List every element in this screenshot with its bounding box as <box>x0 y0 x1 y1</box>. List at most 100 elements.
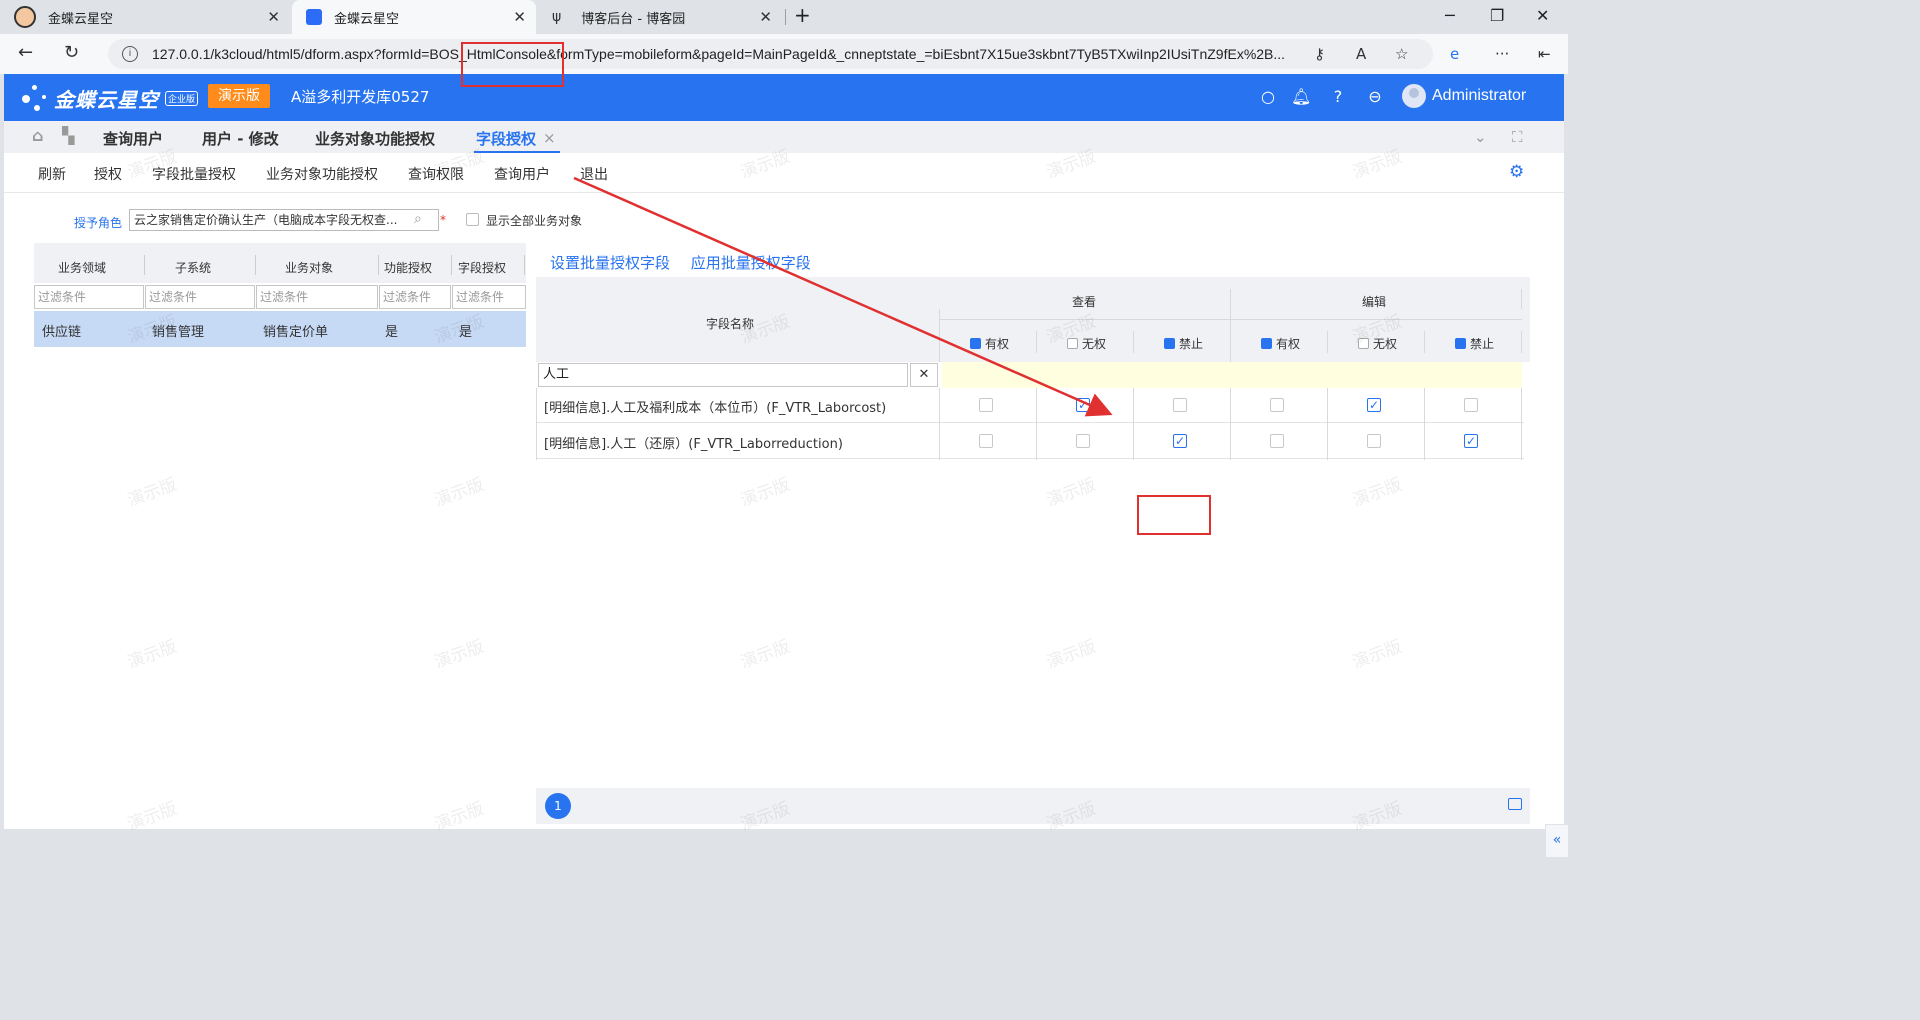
kingdee-logo: 金蝶云星空 企业版 <box>20 78 199 118</box>
tab-object-permission[interactable]: 业务对象功能授权 <box>315 128 435 149</box>
query-permission-button[interactable]: 查询权限 <box>408 164 464 184</box>
view-allow-header[interactable]: 有权 <box>970 335 1009 352</box>
edit-allow-header[interactable]: 有权 <box>1261 335 1300 352</box>
clear-icon[interactable]: ✕ <box>910 363 938 387</box>
header-checkbox[interactable] <box>1358 338 1369 349</box>
batch-field-auth-button[interactable]: 字段批量授权 <box>152 164 236 184</box>
read-aloud-icon[interactable]: A <box>1356 45 1366 63</box>
header-checkbox[interactable] <box>1067 338 1078 349</box>
grid-apps-icon[interactable]: ▚ <box>62 126 74 145</box>
object-function-auth-button[interactable]: 业务对象功能授权 <box>266 164 378 184</box>
header-checkbox[interactable] <box>1261 338 1272 349</box>
restore-icon[interactable]: ❐ <box>1490 6 1504 25</box>
exit-button[interactable]: 退出 <box>580 164 608 184</box>
edit-none-header[interactable]: 无权 <box>1358 335 1397 352</box>
favorite-star-icon[interactable]: ☆ <box>1395 45 1408 63</box>
kingdee-app: 金蝶云星空 企业版 演示版 A溢多利开发库0527 ○ 🔔︎ ? ⊖ Admin… <box>4 74 1569 858</box>
chevron-down-double-icon[interactable]: ⌄ <box>1474 128 1487 146</box>
permission-checkbox[interactable] <box>979 434 993 448</box>
bell-icon[interactable]: 🔔︎ <box>1291 87 1311 107</box>
browser-tab-1[interactable]: 金蝶云星空 ✕ <box>0 0 290 34</box>
authorize-button[interactable]: 授权 <box>94 164 122 184</box>
permission-checkbox[interactable] <box>1270 398 1284 412</box>
permission-checkbox[interactable]: ✓ <box>1464 434 1478 448</box>
search-icon[interactable]: ⌕ <box>414 211 422 227</box>
minimize-icon[interactable]: ─ <box>1445 6 1455 25</box>
user-name: Administrator <box>1432 87 1527 104</box>
search-icon[interactable]: ○ <box>1258 87 1278 107</box>
close-window-icon[interactable]: ✕ <box>1536 6 1549 25</box>
permission-checkbox[interactable]: ✓ <box>1076 398 1090 412</box>
edge-icon[interactable]: e <box>1450 45 1459 63</box>
user-menu[interactable]: Administrator <box>1402 84 1526 108</box>
permission-checkbox[interactable] <box>1173 398 1187 412</box>
close-tab-icon[interactable]: ✕ <box>513 8 526 26</box>
filter-row-background <box>942 362 1522 388</box>
browser-tab-2[interactable]: 金蝶云星空 ✕ <box>292 0 536 34</box>
help-icon[interactable]: ? <box>1328 87 1348 107</box>
gear-icon[interactable]: ⚙ <box>1509 162 1524 182</box>
more-icon[interactable]: ··· <box>1495 45 1509 63</box>
edit-group-header: 编辑 <box>1362 295 1387 309</box>
close-tab-icon[interactable]: × <box>543 129 556 147</box>
minus-circle-icon[interactable]: ⊖ <box>1365 87 1385 107</box>
view-none-header[interactable]: 无权 <box>1067 335 1106 352</box>
query-user-button[interactable]: 查询用户 <box>494 164 550 184</box>
header-label: 禁止 <box>1179 337 1204 351</box>
header-checkbox[interactable] <box>970 338 981 349</box>
info-icon[interactable]: i <box>122 46 138 62</box>
permission-checkbox[interactable]: ✓ <box>1173 434 1187 448</box>
filter-input[interactable]: 过滤条件 <box>379 285 451 309</box>
apply-batch-fields-link[interactable]: 应用批量授权字段 <box>691 254 811 272</box>
header-checkbox[interactable] <box>1455 338 1466 349</box>
set-batch-fields-link[interactable]: 设置批量授权字段 <box>550 254 670 272</box>
collapse-panel-icon[interactable]: « <box>1545 824 1569 858</box>
back-icon[interactable]: ← <box>18 42 33 63</box>
permission-checkbox[interactable] <box>1464 398 1478 412</box>
logo-dots-icon <box>20 83 50 113</box>
tab-user-edit[interactable]: 用户 - 修改 <box>202 128 279 149</box>
filter-input[interactable]: 过滤条件 <box>34 285 144 309</box>
table-row[interactable]: [明细信息].人工（还原）(F_VTR_Laborreduction) ✓ ✓ <box>536 424 1524 459</box>
database-name[interactable]: A溢多利开发库0527 <box>291 86 429 107</box>
table-row[interactable]: [明细信息].人工及福利成本（本位币）(F_VTR_Laborcost) ✓ ✓ <box>536 388 1524 423</box>
sidebar-icon[interactable]: ⇤ <box>1538 45 1551 63</box>
header-checkbox[interactable] <box>1164 338 1175 349</box>
home-icon[interactable]: ⌂ <box>32 126 43 145</box>
browser-tab-title: 金蝶云星空 <box>334 11 400 27</box>
close-tab-icon[interactable]: ✕ <box>267 8 280 26</box>
new-tab-button[interactable]: + <box>794 3 811 27</box>
key-icon[interactable]: ⚷ <box>1314 45 1325 63</box>
fullscreen-icon[interactable]: ⛶ <box>1512 128 1523 146</box>
permission-checkbox[interactable] <box>979 398 993 412</box>
filter-input[interactable]: 过滤条件 <box>145 285 255 309</box>
close-tab-icon[interactable]: ✕ <box>759 8 772 26</box>
field-name: [明细信息].人工及福利成本（本位币）(F_VTR_Laborcost) <box>544 401 887 416</box>
tab-query-user[interactable]: 查询用户 <box>103 128 163 149</box>
refresh-button[interactable]: 刷新 <box>38 164 66 184</box>
tab-field-permission[interactable]: 字段授权 <box>476 128 536 149</box>
comment-icon[interactable] <box>1508 798 1522 810</box>
edit-deny-header[interactable]: 禁止 <box>1455 335 1494 352</box>
field-name-header: 字段名称 <box>706 317 755 331</box>
permission-checkbox[interactable] <box>1270 434 1284 448</box>
show-all-checkbox[interactable] <box>466 213 479 226</box>
permission-checkbox[interactable] <box>1367 434 1381 448</box>
view-deny-header[interactable]: 禁止 <box>1164 335 1203 352</box>
url-field[interactable]: i 127.0.0.1/k3cloud/html5/dform.aspx?for… <box>108 39 1433 69</box>
address-bar: ← ↻ i 127.0.0.1/k3cloud/html5/dform.aspx… <box>0 34 1568 74</box>
filter-input[interactable]: 过滤条件 <box>452 285 526 309</box>
app-header: 金蝶云星空 企业版 演示版 A溢多利开发库0527 ○ 🔔︎ ? ⊖ Admin… <box>4 74 1564 121</box>
page-number-button[interactable]: 1 <box>545 793 571 819</box>
filter-input[interactable]: 过滤条件 <box>256 285 378 309</box>
field-filter-input[interactable]: 人工 <box>538 363 908 387</box>
table-row[interactable]: 供应链 销售管理 销售定价单 是 是 <box>34 311 526 347</box>
field-permission-grid: 字段名称 查看 编辑 有权 无权 禁止 有权 无权 禁止 人工 ✕ [明细信息]… <box>536 277 1530 822</box>
show-all-label: 显示全部业务对象 <box>486 214 583 228</box>
reload-icon[interactable]: ↻ <box>64 42 79 63</box>
kingdee-icon <box>306 9 322 25</box>
permission-checkbox[interactable] <box>1076 434 1090 448</box>
role-input[interactable]: 云之家销售定价确认生产（电脑成本字段无权查... <box>129 209 439 231</box>
permission-checkbox[interactable]: ✓ <box>1367 398 1381 412</box>
browser-tab-3[interactable]: ψ 博客后台 - 博客园 ✕ <box>538 0 782 34</box>
